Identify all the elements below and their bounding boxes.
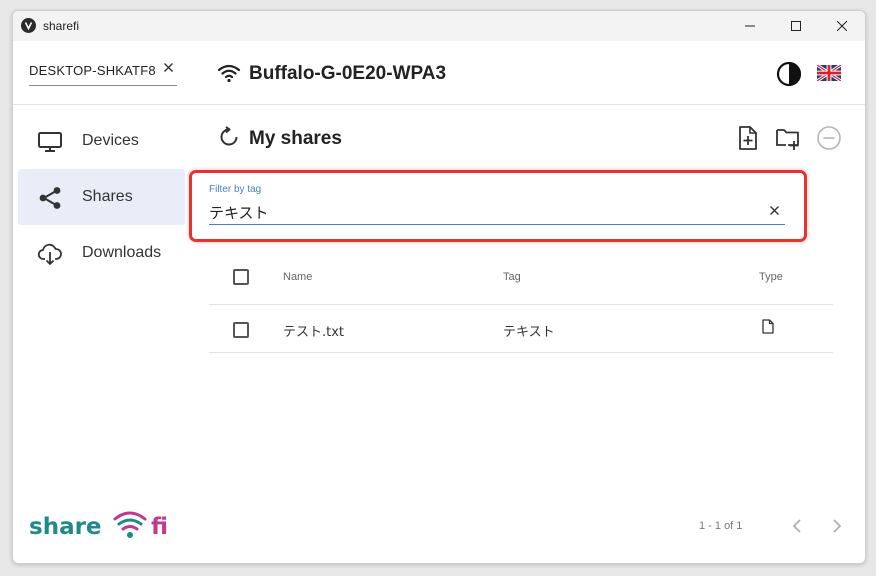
window-title: sharefi (43, 19, 80, 33)
contrast-icon[interactable] (776, 61, 802, 87)
sidebar-item-label: Downloads (82, 244, 162, 261)
sidebar-item-downloads[interactable]: Downloads (18, 225, 185, 281)
remove-button[interactable] (816, 125, 842, 151)
row-name: テスト.txt (283, 325, 345, 340)
logo-text-fi: fi (151, 514, 168, 540)
chevron-right-icon (833, 519, 842, 533)
close-window-button[interactable] (819, 11, 865, 41)
column-header-type[interactable]: Type (759, 271, 783, 283)
app-logo-icon (21, 18, 36, 33)
device-name: DESKTOP-SHKATF8 (29, 63, 156, 78)
close-icon (769, 205, 779, 215)
device-clear-button[interactable] (161, 60, 175, 74)
previous-page-button[interactable] (789, 517, 805, 535)
monitor-icon (38, 132, 62, 152)
filter-by-tag-input[interactable] (209, 201, 749, 223)
refresh-icon[interactable] (218, 126, 240, 148)
row-checkbox[interactable] (233, 322, 249, 338)
sidebar-item-shares[interactable]: Shares (18, 169, 185, 225)
device-selector[interactable]: DESKTOP-SHKATF8 (29, 53, 177, 86)
logo-text-share: share (29, 514, 102, 540)
sidebar-item-devices[interactable]: Devices (18, 113, 185, 169)
close-icon (163, 62, 173, 72)
select-all-checkbox[interactable] (233, 269, 249, 285)
filter-underline (209, 224, 785, 225)
maximize-icon (791, 21, 801, 31)
add-file-button[interactable] (735, 125, 761, 151)
title-bar: sharefi (13, 11, 865, 41)
filter-label: Filter by tag (209, 184, 262, 195)
add-folder-button[interactable] (775, 125, 801, 151)
column-header-name[interactable]: Name (283, 271, 312, 283)
network-name: Buffalo-G-0E20-WPA3 (249, 63, 447, 84)
minimize-icon (745, 25, 755, 27)
logo-wifi-mark (113, 511, 147, 538)
wifi-icon (217, 64, 241, 83)
column-header-tag[interactable]: Tag (503, 271, 521, 283)
chevron-left-icon (792, 519, 801, 533)
next-page-button[interactable] (829, 517, 845, 535)
table-divider (209, 304, 833, 305)
uk-flag-icon[interactable] (817, 65, 841, 81)
row-tag: テキスト (503, 325, 555, 340)
file-icon (762, 319, 774, 334)
filter-clear-button[interactable] (767, 203, 781, 217)
page-title: My shares (249, 128, 342, 149)
table-divider (209, 352, 833, 353)
sidebar-item-label: Shares (82, 188, 133, 205)
sharefi-logo: share fi (29, 511, 168, 540)
share-icon (39, 187, 61, 209)
cloud-download-icon (37, 243, 62, 266)
close-icon (837, 21, 847, 31)
minimize-button[interactable] (727, 11, 773, 41)
header-divider (13, 104, 865, 105)
sidebar-item-label: Devices (82, 132, 139, 149)
app-window: sharefi DESKTOP-SHKATF8 Buffalo-G-0E20-W… (12, 10, 866, 564)
maximize-button[interactable] (773, 11, 819, 41)
pagination-range: 1 - 1 of 1 (699, 520, 743, 532)
